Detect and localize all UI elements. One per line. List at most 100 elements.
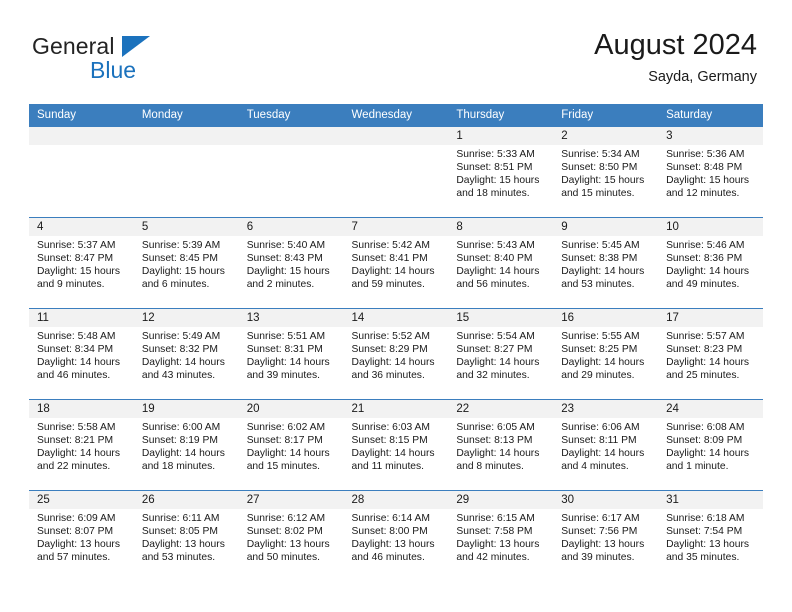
sunrise-time: Sunrise: 5:34 AM: [561, 149, 640, 160]
brand-name-blue: Blue: [90, 57, 137, 83]
day-number: 13: [238, 309, 344, 327]
day-number: 17: [658, 309, 763, 327]
daylight-duration-cont: and 12 minutes.: [666, 188, 740, 200]
day-details: Sunrise: 5:51 AM Sunset: 8:31 PM Daylight:…: [239, 327, 344, 382]
sunset-time: Sunset: 8:17 PM: [246, 435, 323, 447]
calendar-day-cell[interactable]: 12 Sunrise: 5:49 AM Sunset: 8:32 PM Dayligh…: [133, 308, 239, 400]
calendar-week-row: 1 Sunrise: 5:33 AM Sunset: 8:51 PM Daylight…: [29, 127, 763, 218]
calendar-day-cell[interactable]: 21 Sunrise: 6:03 AM Sunset: 8:15 PM Dayligh…: [343, 399, 449, 491]
day-cell-inner: 17 Sunrise: 5:57 AM Sunset: 8:23 PM Dayligh…: [658, 309, 763, 399]
sunset-time: Sunset: 8:00 PM: [351, 526, 428, 538]
day-cell-inner: 31 Sunrise: 6:18 AM Sunset: 7:54 PM Dayligh…: [658, 491, 763, 581]
calendar-day-cell[interactable]: 15 Sunrise: 5:54 AM Sunset: 8:27 PM Dayligh…: [448, 308, 554, 400]
day-cell-inner: 22 Sunrise: 6:05 AM Sunset: 8:13 PM Dayligh…: [448, 400, 554, 490]
day-details: Sunrise: 6:15 AM Sunset: 7:58 PM Daylight:…: [448, 509, 553, 564]
calendar-day-cell[interactable]: 25 Sunrise: 6:09 AM Sunset: 8:07 PM Dayligh…: [29, 490, 134, 581]
calendar-day-cell[interactable]: 5 Sunrise: 5:39 AM Sunset: 8:45 PM Daylight…: [133, 217, 239, 309]
day-number: 28: [343, 491, 449, 509]
sunset-time: Sunset: 8:48 PM: [666, 162, 743, 174]
day-details: Sunrise: 5:52 AM Sunset: 8:29 PM Daylight:…: [344, 327, 449, 382]
daylight-duration-cont: and 49 minutes.: [666, 279, 740, 291]
daylight-duration-cont: and 46 minutes.: [37, 370, 111, 382]
sunrise-time: Sunrise: 5:58 AM: [37, 422, 116, 433]
calendar-day-cell[interactable]: 16 Sunrise: 5:55 AM Sunset: 8:25 PM Dayligh…: [553, 308, 659, 400]
sunset-time: Sunset: 8:27 PM: [456, 344, 533, 356]
calendar-day-cell[interactable]: 18 Sunrise: 5:58 AM Sunset: 8:21 PM Dayligh…: [29, 399, 134, 491]
calendar-day-cell[interactable]: 20 Sunrise: 6:02 AM Sunset: 8:17 PM Dayligh…: [238, 399, 344, 491]
sunset-time: Sunset: 8:25 PM: [561, 344, 638, 356]
calendar-day-cell[interactable]: 28 Sunrise: 6:14 AM Sunset: 8:00 PM Dayligh…: [343, 490, 449, 581]
daylight-duration: Daylight: 14 hours: [246, 357, 330, 369]
sunset-time: Sunset: 7:56 PM: [561, 526, 638, 538]
sunrise-time: Sunrise: 6:11 AM: [141, 513, 220, 524]
calendar-day-cell[interactable]: 2 Sunrise: 5:34 AM Sunset: 8:50 PM Daylight…: [553, 127, 659, 218]
day-details: Sunrise: 6:02 AM Sunset: 8:17 PM Daylight:…: [239, 418, 344, 473]
day-cell-inner: [343, 127, 449, 217]
calendar-day-cell[interactable]: 24 Sunrise: 6:08 AM Sunset: 8:09 PM Dayligh…: [658, 399, 763, 491]
calendar-cell-empty: [238, 127, 344, 218]
weekday-header-monday: Monday: [133, 104, 239, 127]
day-number: 30: [553, 491, 659, 509]
calendar-cell-empty: [133, 127, 239, 218]
calendar-day-cell[interactable]: 14 Sunrise: 5:52 AM Sunset: 8:29 PM Dayligh…: [343, 308, 449, 400]
daylight-duration: Daylight: 14 hours: [456, 448, 540, 460]
daylight-duration: Daylight: 15 hours: [561, 175, 645, 187]
day-cell-inner: 16 Sunrise: 5:55 AM Sunset: 8:25 PM Dayligh…: [553, 309, 659, 399]
calendar-week-row: 4 Sunrise: 5:37 AM Sunset: 8:47 PM Daylight…: [29, 217, 763, 309]
calendar-day-cell[interactable]: 9 Sunrise: 5:45 AM Sunset: 8:38 PM Daylight…: [553, 217, 659, 309]
calendar-day-cell[interactable]: 13 Sunrise: 5:51 AM Sunset: 8:31 PM Dayligh…: [238, 308, 344, 400]
calendar-day-cell[interactable]: 11 Sunrise: 5:48 AM Sunset: 8:34 PM Dayligh…: [29, 308, 134, 400]
calendar-day-cell[interactable]: 17 Sunrise: 5:57 AM Sunset: 8:23 PM Dayligh…: [658, 308, 763, 400]
calendar-day-cell[interactable]: 27 Sunrise: 6:12 AM Sunset: 8:02 PM Dayligh…: [238, 490, 344, 581]
day-details: Sunrise: 6:03 AM Sunset: 8:15 PM Daylight:…: [344, 418, 449, 473]
day-details: Sunrise: 5:54 AM Sunset: 8:27 PM Daylight:…: [448, 327, 553, 382]
calendar-day-cell[interactable]: 22 Sunrise: 6:05 AM Sunset: 8:13 PM Dayligh…: [448, 399, 554, 491]
sunrise-time: Sunrise: 5:39 AM: [141, 240, 221, 251]
daylight-duration-cont: and 6 minutes.: [141, 279, 210, 291]
day-details: Sunrise: 5:43 AM Sunset: 8:40 PM Daylight:…: [448, 236, 553, 291]
calendar-day-cell[interactable]: 10 Sunrise: 5:46 AM Sunset: 8:36 PM Dayligh…: [658, 217, 763, 309]
daylight-duration: Daylight: 14 hours: [561, 357, 645, 369]
day-details: Sunrise: 5:39 AM Sunset: 8:45 PM Daylight:…: [134, 236, 239, 291]
daylight-duration: Daylight: 14 hours: [141, 448, 225, 460]
brand-logo[interactable]: General Blue: [32, 33, 292, 89]
day-cell-inner: 27 Sunrise: 6:12 AM Sunset: 8:02 PM Dayligh…: [238, 491, 344, 581]
calendar-day-cell[interactable]: 31 Sunrise: 6:18 AM Sunset: 7:54 PM Dayligh…: [658, 490, 763, 581]
day-number: 18: [29, 400, 134, 418]
day-details: Sunrise: 5:58 AM Sunset: 8:21 PM Daylight:…: [29, 418, 134, 473]
weekday-header-wednesday: Wednesday: [343, 104, 449, 127]
daylight-duration-cont: and 15 minutes.: [561, 188, 635, 200]
calendar-day-cell[interactable]: 26 Sunrise: 6:11 AM Sunset: 8:05 PM Dayligh…: [133, 490, 239, 581]
calendar-day-cell[interactable]: 3 Sunrise: 5:36 AM Sunset: 8:48 PM Daylight…: [658, 127, 763, 218]
daylight-duration: Daylight: 14 hours: [351, 266, 435, 278]
day-cell-inner: 11 Sunrise: 5:48 AM Sunset: 8:34 PM Dayligh…: [29, 309, 134, 399]
day-cell-inner: 15 Sunrise: 5:54 AM Sunset: 8:27 PM Dayligh…: [448, 309, 554, 399]
calendar-day-cell[interactable]: 7 Sunrise: 5:42 AM Sunset: 8:41 PM Daylight…: [343, 217, 449, 309]
sunset-time: Sunset: 8:23 PM: [666, 344, 743, 356]
daylight-duration: Daylight: 14 hours: [561, 448, 645, 460]
sunset-time: Sunset: 8:41 PM: [351, 253, 428, 265]
calendar-day-cell[interactable]: 1 Sunrise: 5:33 AM Sunset: 8:51 PM Daylight…: [448, 127, 554, 218]
calendar-day-cell[interactable]: 19 Sunrise: 6:00 AM Sunset: 8:19 PM Dayligh…: [133, 399, 239, 491]
calendar-day-cell[interactable]: 23 Sunrise: 6:06 AM Sunset: 8:11 PM Dayligh…: [553, 399, 659, 491]
sunset-time: Sunset: 8:36 PM: [666, 253, 743, 265]
sunrise-time: Sunrise: 6:12 AM: [246, 513, 326, 524]
calendar-day-cell[interactable]: 6 Sunrise: 5:40 AM Sunset: 8:43 PM Daylight…: [238, 217, 344, 309]
calendar-week-row: 18 Sunrise: 5:58 AM Sunset: 8:21 PM Dayligh…: [29, 399, 763, 491]
day-details: Sunrise: 6:06 AM Sunset: 8:11 PM Daylight:…: [553, 418, 658, 473]
sunrise-time: Sunrise: 5:46 AM: [666, 240, 745, 251]
calendar-day-cell[interactable]: 4 Sunrise: 5:37 AM Sunset: 8:47 PM Daylight…: [29, 217, 134, 309]
calendar-cell-empty: [343, 127, 449, 218]
sunrise-time: Sunrise: 6:14 AM: [351, 513, 430, 524]
sunrise-time: Sunrise: 6:09 AM: [37, 513, 116, 524]
sunset-time: Sunset: 8:05 PM: [141, 526, 218, 538]
calendar-day-cell[interactable]: 30 Sunrise: 6:17 AM Sunset: 7:56 PM Dayligh…: [553, 490, 659, 581]
calendar-day-cell[interactable]: 8 Sunrise: 5:43 AM Sunset: 8:40 PM Daylight…: [448, 217, 554, 309]
daylight-duration-cont: and 2 minutes.: [246, 279, 315, 291]
day-details: Sunrise: 5:37 AM Sunset: 8:47 PM Daylight:…: [29, 236, 134, 291]
calendar-header-row: Sunday Monday Tuesday Wednesday Thursday…: [29, 104, 763, 127]
daylight-duration-cont: and 43 minutes.: [141, 370, 216, 382]
day-number: 2: [553, 127, 659, 145]
calendar-day-cell[interactable]: 29 Sunrise: 6:15 AM Sunset: 7:58 PM Dayligh…: [448, 490, 554, 581]
sunrise-time: Sunrise: 5:51 AM: [246, 331, 326, 342]
